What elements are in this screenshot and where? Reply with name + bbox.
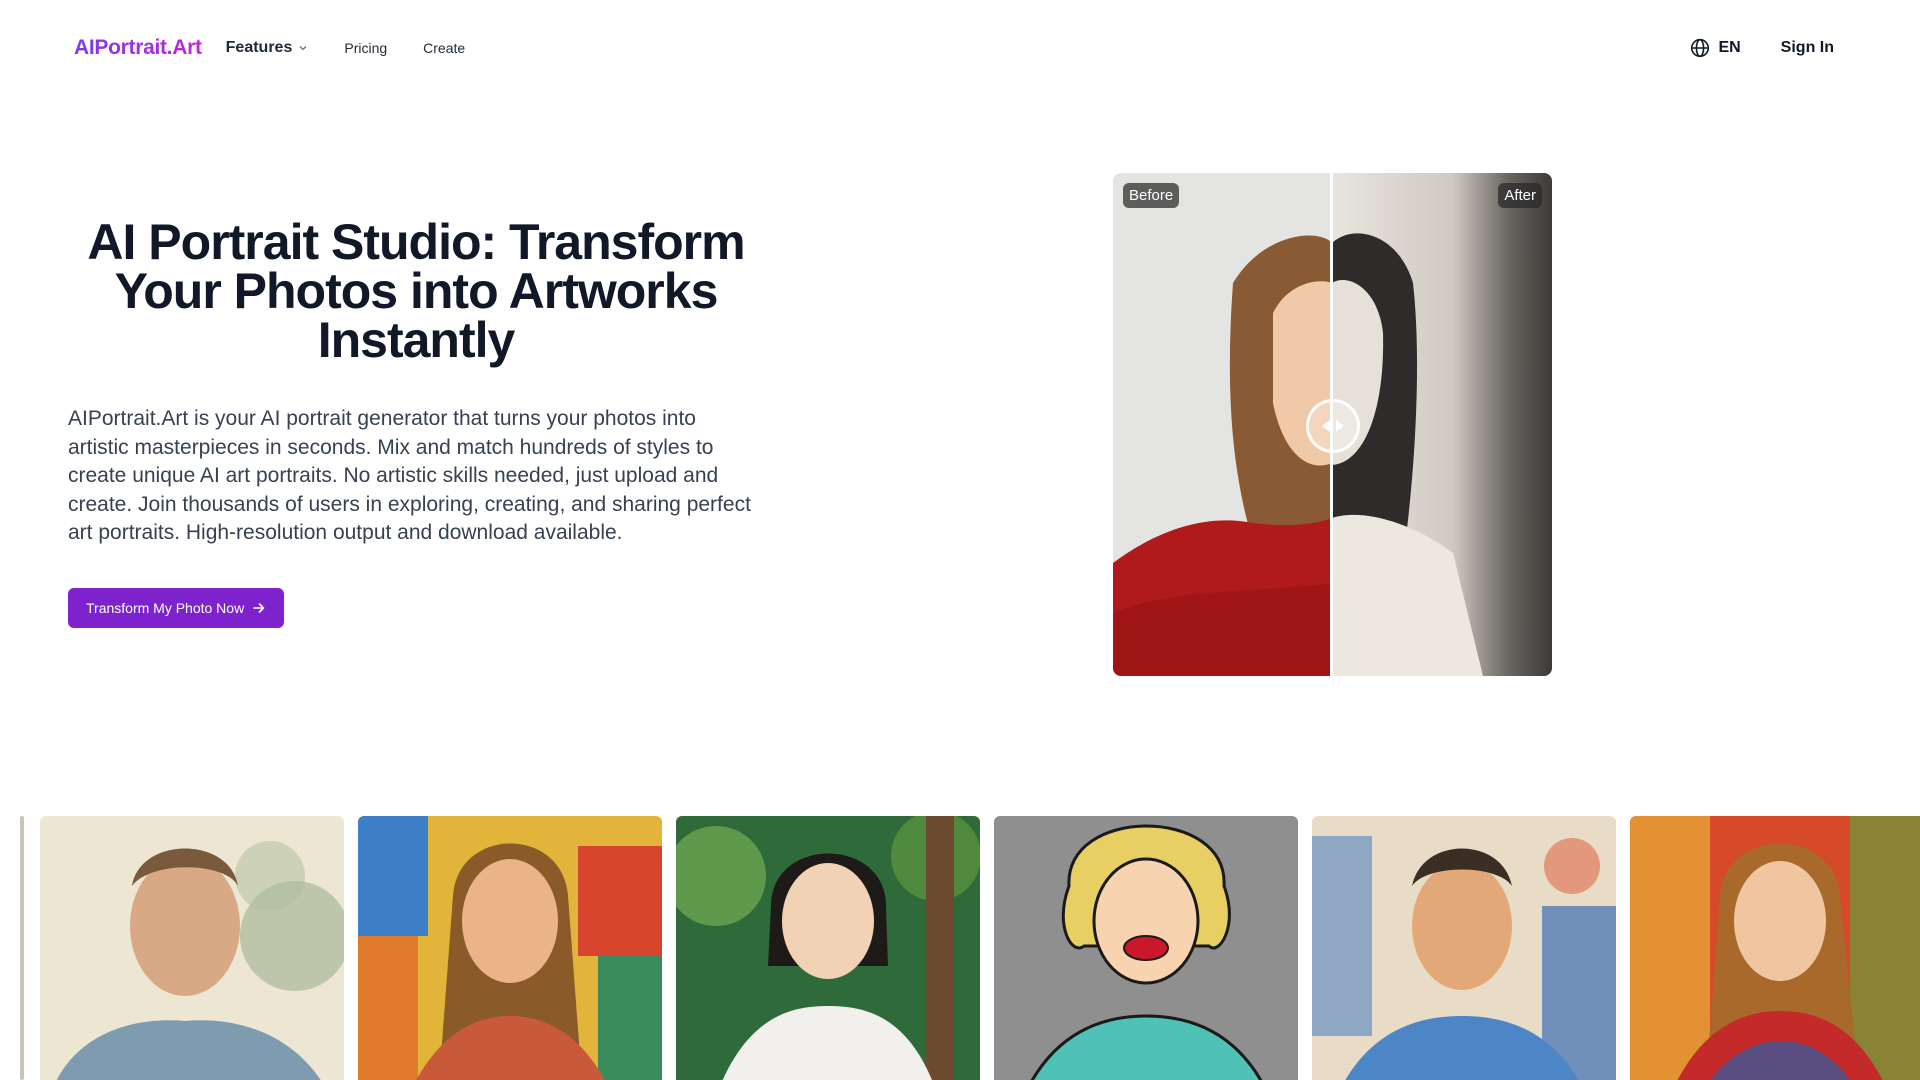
- main-nav: Features Pricing Create: [226, 39, 466, 57]
- gallery-card-watercolor[interactable]: [40, 816, 344, 1080]
- gallery-card-pop-art[interactable]: [994, 816, 1298, 1080]
- gallery-card-watercolor-bright[interactable]: [1312, 816, 1616, 1080]
- nav-create-link[interactable]: Create: [423, 40, 465, 56]
- left-right-arrows-icon: [1322, 420, 1344, 432]
- language-selector[interactable]: EN: [1690, 38, 1741, 58]
- sign-in-button[interactable]: Sign In: [1781, 39, 1834, 57]
- before-after-slider[interactable]: Before After: [1113, 173, 1552, 676]
- after-label: After: [1498, 183, 1542, 208]
- expressionist-portrait-image: [1630, 816, 1920, 1080]
- before-label: Before: [1123, 183, 1180, 208]
- watercolor-portrait-image: [40, 816, 344, 1080]
- nav-create-label: Create: [423, 40, 466, 56]
- header-actions: EN Sign In: [1690, 38, 1846, 58]
- cta-label: Transform My Photo Now: [86, 600, 245, 616]
- bright-watercolor-portrait-image: [1312, 816, 1616, 1080]
- site-logo[interactable]: AIPortrait.Art: [74, 36, 202, 60]
- gallery-card-anime[interactable]: [676, 816, 980, 1080]
- language-label: EN: [1718, 39, 1741, 56]
- style-gallery-carousel: [0, 816, 1920, 1080]
- compare-slider-handle[interactable]: [1306, 399, 1360, 453]
- gallery-card-fauvist[interactable]: [358, 816, 662, 1080]
- pop-art-portrait-image: [994, 816, 1298, 1080]
- nav-features-dropdown[interactable]: Features: [226, 39, 309, 57]
- nav-pricing-label: Pricing: [344, 40, 388, 56]
- globe-icon: [1691, 38, 1710, 58]
- hero-title: AI Portrait Studio: Transform Your Photo…: [87, 214, 745, 368]
- top-navigation-bar: AIPortrait.Art Features Pricing Create E…: [0, 0, 1920, 96]
- fauvist-portrait-image: [358, 816, 662, 1080]
- chevron-down-icon: [299, 46, 307, 51]
- anime-portrait-image: [676, 816, 980, 1080]
- arrow-right-icon: [253, 603, 265, 613]
- gallery-card-expressionist[interactable]: [1630, 816, 1920, 1080]
- transform-photo-button[interactable]: Transform My Photo Now: [68, 588, 285, 628]
- nav-features-label: Features: [225, 39, 293, 56]
- gallery-card-partial: [20, 816, 24, 1080]
- nav-pricing-link[interactable]: Pricing: [344, 40, 387, 56]
- hero-description: AIPortrait.Art is your AI portrait gener…: [68, 407, 751, 544]
